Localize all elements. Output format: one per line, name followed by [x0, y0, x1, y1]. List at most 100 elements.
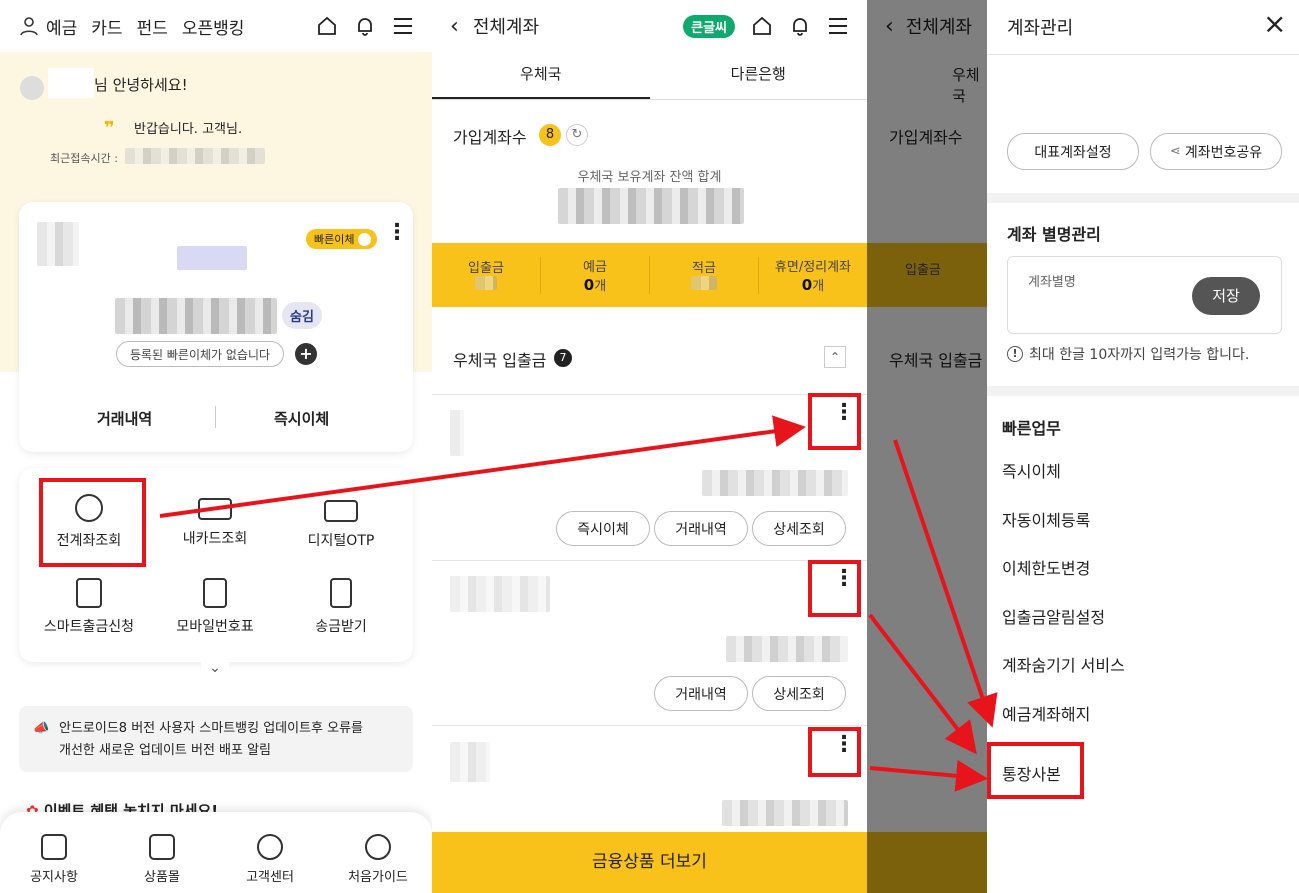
- menu-label: 모바일번호표: [176, 619, 254, 635]
- bank-tabs: 우체국 다른은행: [432, 52, 867, 100]
- blurred-total-balance: [558, 188, 744, 224]
- summary-savings[interactable]: 적금: [650, 256, 759, 294]
- blurred-balance: [702, 470, 848, 496]
- blurred-account-name: [450, 742, 490, 782]
- tab-post-office[interactable]: 우체국: [432, 52, 650, 99]
- transaction-history-button[interactable]: 거래내역: [654, 676, 748, 711]
- home-icon[interactable]: [751, 15, 773, 37]
- blurred-access-time: [125, 148, 265, 164]
- highlight-more-2: [808, 560, 861, 617]
- quick-transfer-toggle[interactable]: 빠른이체: [306, 229, 378, 249]
- account-management-sheet: 계좌관리 × 대표계좌설정 ⋖ 계좌번호공유 계좌 별명관리 계좌별명 저장 !…: [987, 0, 1299, 893]
- menu-label: 디지털OTP: [307, 533, 375, 549]
- bottom-nav-support[interactable]: 고객센터: [230, 834, 310, 893]
- menu-receive-money[interactable]: 송금받기: [281, 578, 401, 636]
- blurred-balance: [726, 636, 848, 662]
- transaction-history-button[interactable]: 거래내역: [654, 511, 748, 546]
- section-count-badge: 7: [554, 349, 572, 367]
- menu-mobile-ticket[interactable]: 모바일번호표: [155, 578, 275, 636]
- quick-item-deposit-alert[interactable]: 입출금알림설정: [1002, 604, 1105, 628]
- divider: [432, 725, 867, 726]
- save-button[interactable]: 저장: [1192, 277, 1260, 315]
- menu-icon[interactable]: [827, 15, 849, 37]
- summary-label: 입출금: [468, 260, 504, 276]
- account-count-badge: 8: [539, 124, 561, 146]
- menu-my-cards[interactable]: 내카드조회: [155, 498, 275, 548]
- quick-item-hide-account[interactable]: 계좌숨기기 서비스: [1002, 652, 1125, 676]
- summary-dormant[interactable]: 휴면/정리계좌 0개: [759, 256, 867, 294]
- bell-icon[interactable]: [789, 15, 811, 37]
- collapse-icon[interactable]: ⌃: [824, 346, 846, 368]
- hide-balance-button[interactable]: 숨김: [282, 302, 322, 329]
- summary-label: 적금: [692, 260, 716, 276]
- dim-overlay[interactable]: [867, 0, 987, 893]
- ticket-icon: [203, 578, 227, 608]
- withdraw-icon: [76, 578, 102, 608]
- alias-input[interactable]: 계좌별명 저장: [1007, 256, 1282, 334]
- refresh-icon[interactable]: ↻: [566, 124, 588, 146]
- summary-checking[interactable]: 입출금: [432, 256, 541, 294]
- bottom-nav-notice[interactable]: 공지사항: [14, 834, 94, 893]
- chevron-down-icon[interactable]: ⌄: [201, 660, 229, 682]
- nav-tab-fund[interactable]: 펀드: [137, 14, 168, 39]
- shop-icon: [149, 834, 175, 860]
- no-quick-transfer-pill[interactable]: 등록된 빠른이체가 없습니다: [116, 341, 284, 367]
- set-primary-account-button[interactable]: 대표계좌설정: [1007, 133, 1139, 170]
- menu-label: 스마트출금신청: [43, 619, 135, 635]
- section-gap: [987, 386, 1299, 396]
- bottom-nav-shop[interactable]: 상품몰: [122, 834, 202, 893]
- dimmed-accounts-screen: ‹ 전체계좌 우체국 가입계좌수 입출금 우체국 입출금: [867, 0, 987, 893]
- highlight-more-1: [808, 393, 861, 450]
- quick-item-auto-transfer[interactable]: 자동이체등록: [1002, 507, 1090, 531]
- alias-hint: ! 최대 한글 10자까지 입력가능 합니다.: [1007, 344, 1249, 364]
- close-icon[interactable]: ×: [1263, 8, 1286, 40]
- nav-tab-card[interactable]: 카드: [91, 14, 122, 39]
- share-label: 계좌번호공유: [1184, 144, 1263, 161]
- card-more-icon[interactable]: ⋮: [386, 222, 408, 244]
- menu-digital-otp[interactable]: 디지털OTP: [281, 494, 401, 550]
- share-account-number-button[interactable]: ⋖ 계좌번호공유: [1150, 133, 1282, 170]
- instant-transfer-link[interactable]: 즉시이체: [274, 408, 329, 429]
- quick-item-close-account[interactable]: 예금계좌해지: [1002, 701, 1090, 725]
- all-accounts-screen: ‹ 전체계좌 큰글씨 우체국 다른은행 가입계좌수 8 ↻ 우체국 보유계좌 잔…: [432, 0, 867, 893]
- home-top-bar: 예금 카드 펀드 오픈뱅킹: [0, 0, 432, 52]
- divider: [432, 560, 867, 561]
- quick-item-instant-transfer[interactable]: 즉시이체: [1002, 458, 1061, 482]
- instant-transfer-button[interactable]: 즉시이체: [556, 511, 650, 546]
- more-products-button[interactable]: 금융상품 더보기: [432, 832, 867, 893]
- lock-icon: [324, 500, 358, 522]
- detail-button[interactable]: 상세조회: [752, 511, 846, 546]
- back-icon[interactable]: ‹: [450, 14, 459, 39]
- menu-smart-withdrawal[interactable]: 스마트출금신청: [29, 578, 149, 636]
- notice-banner[interactable]: 📣 안드로이드8 버전 사용자 스마트뱅킹 업데이트후 오류를 개선한 새로운 …: [19, 706, 413, 772]
- quote-icon: ❞: [104, 118, 115, 139]
- blurred-account-number: [177, 246, 247, 270]
- menu-label: 송금받기: [315, 619, 367, 635]
- highlight-passbook-copy: [987, 742, 1084, 799]
- highlight-all-accounts: [39, 478, 146, 567]
- quick-title: 빠른업무: [1002, 419, 1061, 438]
- tab-other-bank[interactable]: 다른은행: [650, 52, 868, 99]
- blurred-count: [475, 275, 497, 290]
- blurred-count: [691, 275, 717, 290]
- summary-deposit[interactable]: 예금 0개: [541, 256, 650, 294]
- quick-transfer-toggle-label: 빠른이체: [314, 233, 355, 246]
- alias-hint-text: 최대 한글 10자까지 입력가능 합니다.: [1029, 347, 1250, 363]
- quick-item-transfer-limit[interactable]: 이체한도변경: [1002, 555, 1090, 579]
- detail-button[interactable]: 상세조회: [752, 676, 846, 711]
- menu-icon[interactable]: [392, 15, 414, 37]
- user-icon[interactable]: [18, 15, 40, 37]
- transaction-history-link[interactable]: 거래내역: [97, 408, 152, 429]
- bottom-nav-label: 처음가이드: [348, 870, 408, 885]
- nav-tab-openbanking[interactable]: 오픈뱅킹: [182, 14, 245, 39]
- bell-icon[interactable]: [354, 15, 376, 37]
- receive-money-icon: [330, 578, 352, 608]
- summary-unit: 개: [594, 279, 607, 294]
- home-icon[interactable]: [316, 15, 338, 37]
- add-icon[interactable]: +: [295, 343, 317, 365]
- nav-tab-deposit[interactable]: 예금: [46, 14, 77, 39]
- home-screen: 예금 카드 펀드 오픈뱅킹 님 안녕하세요! ❞ 반갑습니다. 고객님. 최근접…: [0, 0, 432, 893]
- bottom-nav-guide[interactable]: 처음가이드: [338, 834, 418, 893]
- blurred-account-name: [450, 576, 550, 612]
- big-font-badge[interactable]: 큰글씨: [683, 14, 735, 38]
